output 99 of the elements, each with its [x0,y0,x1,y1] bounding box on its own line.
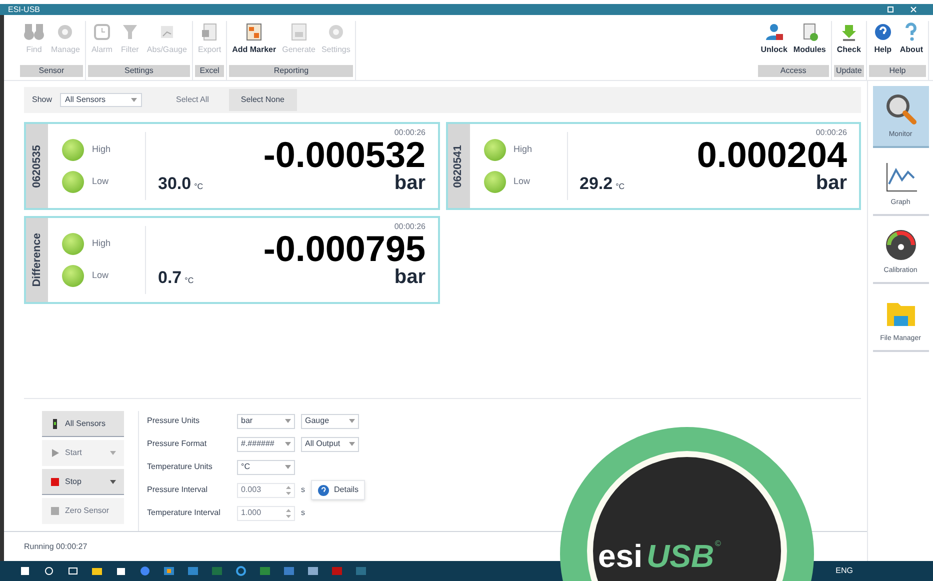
app-icon[interactable] [188,566,198,576]
caret-icon[interactable] [285,465,291,469]
control-button[interactable]: Stop [42,469,124,495]
ribbon-button[interactable]: Help [868,21,897,61]
ribbon-group-label: Settings [88,65,190,77]
pressure-value: -0.000532 [263,137,426,173]
alarm-label: Low [92,269,109,282]
caret-icon[interactable] [285,442,291,446]
dropdown[interactable]: bar [237,414,295,428]
setting-label: Temperature Interval [147,507,222,519]
timestamp: 00:00:26 [394,127,426,139]
alarm-label: High [514,143,532,156]
ribbon-button[interactable]: Modules [790,21,829,61]
sensor-icon [50,418,60,428]
caret-icon [110,451,116,455]
ribbon-group-label: Access [758,65,829,77]
timestamp: 00:00:26 [394,221,426,233]
alarm-label: High [92,143,111,156]
temperature-unit: °C [616,181,625,193]
spreadsheet-icon[interactable] [212,566,222,576]
timestamp: 00:00:26 [816,127,847,139]
temperature-value: 29.2 [580,175,613,192]
caret-icon[interactable] [349,442,355,446]
unit-label: s [301,507,305,519]
setting-label: Temperature Units [147,461,214,473]
task-view-icon[interactable] [68,566,78,576]
pressure-unit: bar [394,173,426,193]
folder-icon[interactable] [92,566,102,576]
dropdown[interactable]: °C [237,460,295,474]
app-icon[interactable] [260,566,270,576]
pressure-value: 0.000204 [696,137,847,173]
logo-copyright-mark: © [715,540,721,548]
show-dropdown[interactable]: All Sensors [60,93,142,107]
alarm-light [62,265,84,287]
unit-label: s [301,484,305,496]
tray-language: ENG [836,565,853,577]
mail-icon[interactable] [284,566,294,576]
caret-icon[interactable] [131,98,138,102]
alarm-light [62,171,84,193]
sensor-name: 0620541 [451,144,466,188]
sensor-name: Difference [30,233,44,287]
app-icon[interactable] [356,566,366,576]
sensor-name: 0620535 [30,144,44,188]
ribbon-button[interactable]: Unlock [758,21,790,61]
dropdown[interactable]: All Output [301,436,359,452]
ribbon-button[interactable]: About [896,21,926,61]
help-icon [318,484,329,496]
ribbon-button[interactable]: Check [834,21,864,61]
dropdown[interactable]: #.###### [237,436,295,452]
magnifier-icon [884,92,918,126]
temperature-value: 30.0 [158,175,192,192]
setting-label: Pressure Interval [147,484,208,496]
alarm-light [62,139,84,161]
ribbon-group-label: Help [868,65,926,77]
ribbon-group-label: Reporting [229,65,354,77]
square-icon [50,506,60,516]
ribbon-group-label: Sensor [20,65,83,77]
pdf-icon[interactable] [332,566,342,576]
setting-label: Pressure Format [147,438,208,450]
setting-label: Pressure Units [147,415,200,427]
temperature-unit: °C [194,181,204,193]
ribbon-group-label: Excel [194,65,224,77]
alarm-light [62,233,84,255]
play-icon [50,448,60,458]
caret-icon [110,480,116,484]
windows-icon[interactable] [20,566,30,576]
pressure-unit: bar [394,267,426,287]
pressure-value: -0.000795 [263,231,426,267]
temperature-value: 0.7 [158,269,182,286]
window-title: ESI-USB [8,6,40,14]
alarm-light [484,171,506,193]
show-label: Show [32,94,52,106]
caret-icon[interactable] [349,419,355,423]
close-icon[interactable] [910,6,917,13]
alarm-label: Low [92,175,109,188]
logo-brand-text: esi [598,540,642,572]
circle-icon[interactable] [44,566,54,576]
control-button[interactable]: All Sensors [42,411,124,437]
logo-product-text: USB [646,540,714,572]
gauge-icon [884,228,918,262]
status-text: Running 00:00:27 [24,540,88,552]
stop-square-icon [50,476,60,486]
binoculars-icon [23,21,45,43]
app-icon[interactable] [308,566,318,576]
alarm-light [484,139,506,161]
alarm-label: Low [514,175,530,188]
alarm-label: High [92,237,111,250]
ribbon-button[interactable]: Add Marker [229,21,280,61]
caret-icon[interactable] [285,419,291,423]
details-button[interactable]: Details [311,480,366,500]
user-icon [763,21,786,43]
dropdown[interactable]: Gauge [301,414,359,428]
pressure-unit: bar [816,173,847,193]
ribbon-group-label: Update [834,65,864,77]
media-icon[interactable] [164,566,174,576]
selection-button[interactable]: Select None [228,89,297,111]
restore-icon[interactable] [887,6,894,13]
temperature-unit: °C [184,275,194,287]
browser-icon[interactable] [236,566,246,576]
